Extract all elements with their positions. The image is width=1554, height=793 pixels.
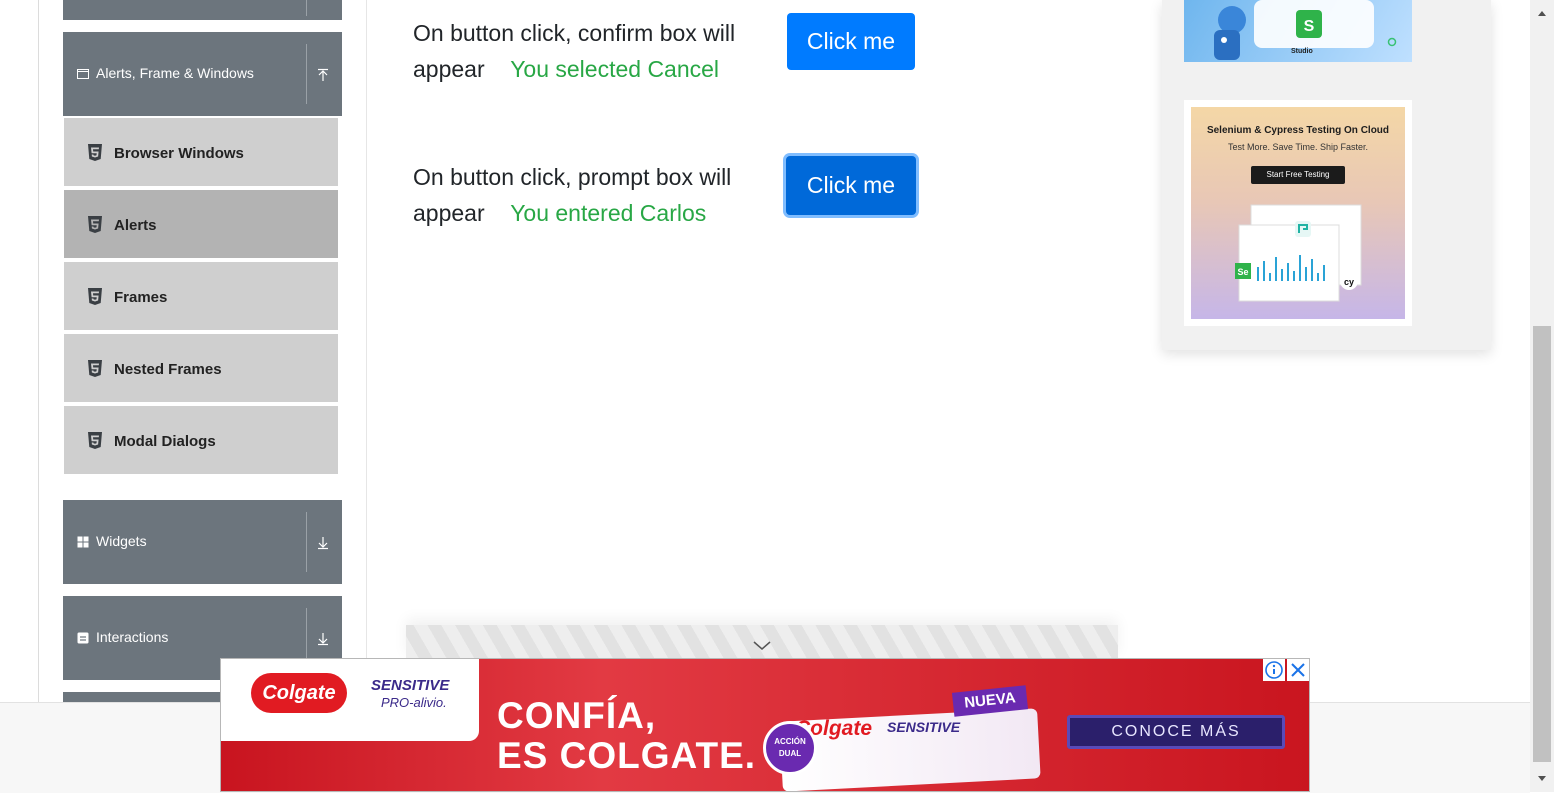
sidebar-group-label: Widgets: [96, 533, 147, 549]
ad-close-button[interactable]: [1287, 659, 1309, 681]
sidebar-item-nested-frames[interactable]: Nested Frames: [64, 334, 338, 404]
ad-info-button[interactable]: [1263, 659, 1285, 681]
collapse-arrow-icon[interactable]: [316, 68, 330, 82]
html5-icon: [88, 360, 102, 377]
ad-slogan-line1: CONFÍA,: [497, 695, 657, 736]
conoce-mas-button[interactable]: CONOCE MÁS: [1067, 715, 1285, 749]
prompt-button[interactable]: Click me: [786, 156, 916, 215]
dashboard-screenshot-icon: Se cy: [1235, 204, 1362, 302]
html5-icon: [88, 432, 102, 449]
window-icon: [77, 69, 89, 79]
scroll-up-arrow-icon[interactable]: [1530, 6, 1554, 22]
svg-text:S: S: [1304, 18, 1315, 35]
ad-expand-strip[interactable]: [406, 625, 1118, 660]
confirm-result-text: You selected Cancel: [510, 56, 720, 82]
lambdatest-ad[interactable]: Selenium & Cypress Testing On Cloud Test…: [1191, 107, 1405, 319]
top-banner-label: Studio: [1291, 48, 1313, 55]
sidebar-border: [38, 0, 39, 702]
sidebar-group-widgets[interactable]: Widgets: [63, 500, 342, 584]
info-icon: [1265, 661, 1283, 679]
sidebar-item-label: Alerts: [114, 217, 157, 234]
sidebar-group-label: Alerts, Frame & Windows: [96, 65, 254, 81]
colgate-logo: Colgate: [251, 673, 347, 713]
prompt-box-row: On button click, prompt box will appear …: [413, 159, 743, 231]
close-icon: [1291, 663, 1305, 677]
sidebar-item-alerts[interactable]: Alerts: [64, 190, 338, 260]
sidebar-item-label: Frames: [114, 289, 168, 306]
product-subname: PRO-alivio.: [381, 695, 447, 710]
expand-arrow-icon[interactable]: [316, 632, 330, 646]
tube-product-text: SENSITIVE: [887, 719, 961, 735]
group-separator: [306, 512, 307, 572]
expand-arrow-icon[interactable]: [316, 536, 330, 550]
sidebar-group-alerts-frame-windows[interactable]: Alerts, Frame & Windows: [63, 32, 342, 116]
sidebar-item-label: Nested Frames: [114, 361, 222, 378]
prompt-result-text: You entered Carlos: [510, 200, 707, 226]
group-separator: [306, 0, 307, 16]
interactions-icon: [77, 632, 89, 644]
sidebar-item-modal-dialogs[interactable]: Modal Dialogs: [64, 406, 338, 476]
product-name: SENSITIVE: [371, 677, 450, 694]
scroll-down-arrow-icon[interactable]: [1530, 770, 1554, 786]
sidebar-group-label: Interactions: [96, 629, 169, 645]
scrollbar-thumb[interactable]: [1533, 326, 1551, 762]
chevron-down-icon[interactable]: [752, 640, 772, 652]
html5-icon: [88, 144, 102, 161]
sidebar-item-label: Modal Dialogs: [114, 433, 216, 450]
sidebar-item-browser-windows[interactable]: Browser Windows: [64, 118, 338, 188]
svg-text:Se: Se: [1237, 267, 1248, 277]
sidebar-item-frames[interactable]: Frames: [64, 262, 338, 332]
sidebar-divider: [366, 0, 367, 702]
accion-dual-badge: ACCIÓN DUAL: [763, 721, 817, 775]
ad-slogan-line2: ES COLGATE.: [497, 735, 757, 776]
top-banner-ad[interactable]: S Studio: [1184, 0, 1412, 62]
svg-text:cy: cy: [1344, 277, 1354, 287]
sidebar-item-label: Browser Windows: [114, 145, 244, 162]
html5-icon: [88, 216, 102, 233]
widgets-icon: [77, 536, 89, 548]
group-separator: [306, 44, 307, 104]
html5-icon: [88, 288, 102, 305]
sidebar-group-elements-header[interactable]: [63, 0, 342, 20]
confirm-button[interactable]: Click me: [787, 13, 915, 70]
confirm-box-row: On button click, confirm box will appear…: [413, 15, 743, 87]
colgate-banner-ad[interactable]: Colgate SENSITIVE PRO-alivio. CONFÍA, ES…: [220, 658, 1310, 792]
